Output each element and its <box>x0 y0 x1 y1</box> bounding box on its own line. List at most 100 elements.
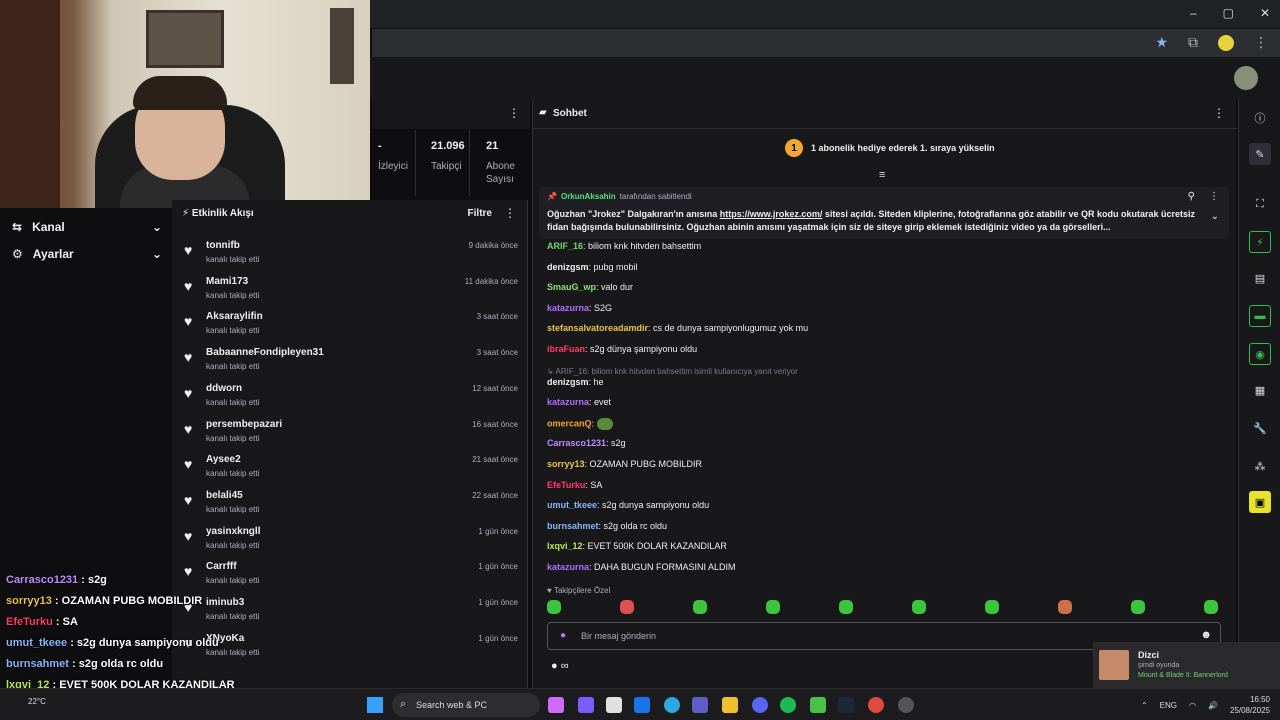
pinned-link[interactable]: https://www.jrokez.com/ <box>720 209 823 219</box>
feed-item-name[interactable]: Mami173 <box>206 276 248 287</box>
profile-avatar[interactable] <box>1234 66 1258 90</box>
taskbar-search[interactable]: ⌕ Search web & PC <box>392 693 540 717</box>
extension-icon[interactable] <box>1218 34 1234 51</box>
wrench-icon[interactable]: 🔧 <box>1249 417 1271 439</box>
pinned-author[interactable]: OrkunAksahin <box>561 192 616 201</box>
chat-username[interactable]: sorryy13 <box>547 459 585 469</box>
emote-icon[interactable] <box>1058 600 1072 614</box>
file-explorer-icon[interactable] <box>722 697 738 713</box>
chat-username[interactable]: Carrasco1231 <box>547 438 606 448</box>
feed-item[interactable]: ♥ ddworn kanalı takip etti 12 saat önce <box>172 381 528 417</box>
gift-leaderboard-banner[interactable]: 1 1 abonelik hediye ederek 1. sıraya yük… <box>785 139 995 157</box>
teams-app-icon[interactable] <box>692 697 708 713</box>
unpin-icon[interactable]: ⚲ <box>1188 191 1195 202</box>
feed-item-name[interactable]: belali45 <box>206 490 243 501</box>
chat-username[interactable]: katazurna <box>547 562 589 572</box>
maximize-button[interactable]: ▢ <box>1223 6 1234 20</box>
lightning-icon[interactable]: ⚡ <box>1249 231 1271 253</box>
nav-item-settings[interactable]: ⚙ Ayarlar ⌄ <box>12 247 162 261</box>
chat-menu-icon[interactable]: ⋮ <box>1213 106 1225 120</box>
feed-item-name[interactable]: BabaanneFondipleyen31 <box>206 347 324 358</box>
extensions-icon[interactable]: ⧉ <box>1188 34 1198 51</box>
feed-item[interactable]: ♥ XNyoKa kanalı takip etti 1 gün önce <box>172 631 528 667</box>
chat-username[interactable]: stefansalvatoreadamdir <box>547 323 648 333</box>
chat-username[interactable]: ibraFuan <box>547 344 585 354</box>
clock[interactable]: 16:50 25/08/2025 <box>1230 694 1270 716</box>
game-notification-toast[interactable]: Dizci şimdi oyunda Mount & Blade II: Ban… <box>1093 642 1280 688</box>
chat-bottom-icons[interactable]: ● ∞ <box>551 660 569 672</box>
filter-button[interactable]: Filtre <box>468 208 492 219</box>
weather-widget[interactable]: 22°C <box>28 697 46 706</box>
wifi-icon[interactable]: ◠ <box>1189 701 1196 710</box>
feed-item-name[interactable]: Aysee2 <box>206 454 241 465</box>
address-bar[interactable] <box>372 29 1280 57</box>
copilot-app-icon[interactable] <box>548 697 564 713</box>
share-icon[interactable]: ⁂ <box>1249 455 1271 477</box>
feed-item-name[interactable]: ddworn <box>206 383 242 394</box>
info-icon[interactable]: ⓘ <box>1249 107 1271 129</box>
feed-item[interactable]: ♥ BabaanneFondipleyen31 kanalı takip etti 3… <box>172 345 528 381</box>
emote-icon[interactable] <box>1131 600 1145 614</box>
feed-item[interactable]: ♥ tonnifb kanalı takip etti 9 dakika önce <box>172 238 528 274</box>
chrome-app-icon[interactable] <box>868 697 884 713</box>
chevron-up-icon[interactable]: ⌃ <box>1141 701 1148 710</box>
chat-username[interactable]: katazurna <box>547 303 589 313</box>
spotify-app-icon[interactable] <box>780 697 796 713</box>
emote-icon[interactable] <box>547 600 561 614</box>
chat-username[interactable]: lxqvi_12 <box>547 541 583 551</box>
expand-icon[interactable]: ⛶ <box>1249 193 1271 215</box>
chat-username[interactable]: denizgsm <box>547 377 589 387</box>
document-icon[interactable]: ▤ <box>1249 267 1271 289</box>
chat-username[interactable]: ARIF_16 <box>547 241 583 251</box>
bookmark-star-icon[interactable]: ★ <box>1155 34 1168 51</box>
chat-bubble-icon[interactable]: ▬ <box>1249 305 1271 327</box>
chat-username[interactable]: katazurna <box>547 397 589 407</box>
app-icon[interactable] <box>898 697 914 713</box>
start-button[interactable] <box>367 697 383 713</box>
chat-username[interactable]: burnsahmet <box>547 521 599 531</box>
feed-item-name[interactable]: persembepazari <box>206 419 282 430</box>
emote-icon[interactable] <box>839 600 853 614</box>
feed-item-name[interactable]: Aksaraylifin <box>206 311 263 322</box>
emote-icon[interactable] <box>912 600 926 614</box>
chat-username[interactable]: omercanQ <box>547 418 592 428</box>
emote-icon[interactable] <box>766 600 780 614</box>
feed-item-name[interactable]: tonnifb <box>206 240 240 251</box>
tray-language[interactable]: ENG <box>1160 701 1177 710</box>
feed-item-name[interactable]: yasinxkngll <box>206 526 260 537</box>
collapse-icon[interactable]: ≡ <box>879 169 885 181</box>
stats-menu-icon[interactable]: ⋮ <box>508 106 520 120</box>
pinned-menu-icon[interactable]: ⋮ <box>1209 191 1219 202</box>
feed-item[interactable]: ♥ Aysee2 kanalı takip etti 21 saat önce <box>172 452 528 488</box>
feed-item[interactable]: ♥ persembepazari kanalı takip etti 16 saat … <box>172 417 528 453</box>
steam-app-icon[interactable] <box>838 697 854 713</box>
chat-username[interactable]: umut_tkeee <box>547 500 597 510</box>
store-app-icon[interactable] <box>606 697 622 713</box>
volume-icon[interactable]: 🔊 <box>1208 701 1218 710</box>
feed-item[interactable]: ♥ Aksaraylifin kanalı takip etti 3 saat önc… <box>172 309 528 345</box>
chevron-down-icon[interactable]: ⌄ <box>1211 211 1219 222</box>
emote-icon[interactable] <box>985 600 999 614</box>
edge-app-icon[interactable] <box>664 697 680 713</box>
close-button[interactable]: ✕ <box>1260 6 1270 20</box>
chat-username[interactable]: SmauG_wp <box>547 282 596 292</box>
feed-item[interactable]: ♥ Carrfff kanalı takip etti 1 gün önce <box>172 559 528 595</box>
app-icon[interactable] <box>578 697 594 713</box>
emote-icon[interactable] <box>620 600 634 614</box>
chat-username[interactable]: denizgsm <box>547 262 589 272</box>
emote-icon[interactable] <box>1204 600 1218 614</box>
chat-username[interactable]: EfeTurku <box>547 480 585 490</box>
feed-item[interactable]: ♥ yasinxkngll kanalı takip etti 1 gün önce <box>172 524 528 560</box>
app-icon[interactable] <box>810 697 826 713</box>
mic-icon[interactable]: ● <box>560 630 566 641</box>
minimize-button[interactable]: – <box>1190 6 1197 20</box>
outlook-app-icon[interactable] <box>634 697 650 713</box>
clapper-icon[interactable]: ▣ <box>1249 491 1271 513</box>
feed-item[interactable]: ♥ iminub3 kanalı takip etti 1 gün önce <box>172 595 528 631</box>
video-icon[interactable]: ▦ <box>1249 379 1271 401</box>
emote-icon[interactable] <box>693 600 707 614</box>
feed-item[interactable]: ♥ belali45 kanalı takip etti 22 saat önce <box>172 488 528 524</box>
feed-menu-icon[interactable]: ⋮ <box>504 206 516 220</box>
feed-item[interactable]: ♥ Mami173 kanalı takip etti 11 dakika önce <box>172 274 528 310</box>
discord-app-icon[interactable] <box>752 697 768 713</box>
